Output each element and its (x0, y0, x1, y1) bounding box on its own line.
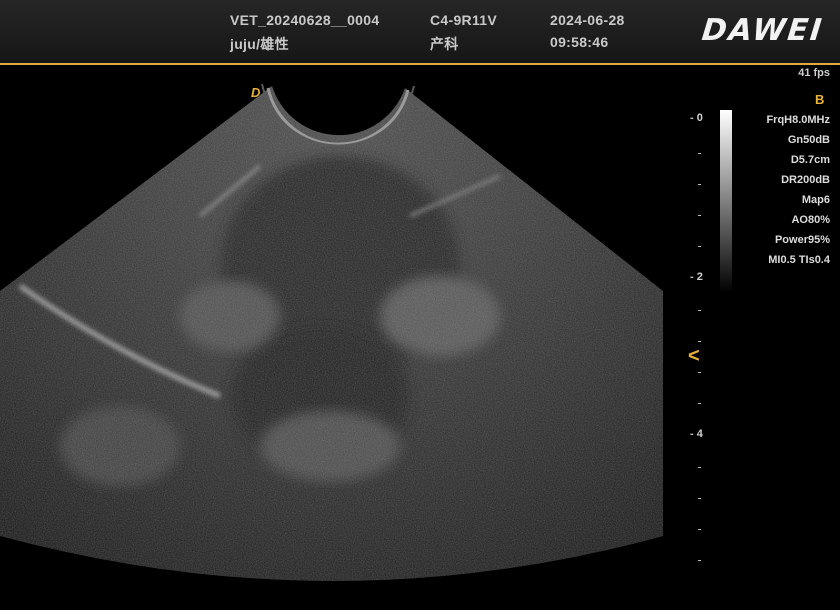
depth-tick (698, 529, 701, 530)
depth-label-0: - 0 (690, 112, 703, 124)
department: 产科 (430, 36, 459, 52)
param-mi-tis: MI0.5 TIs0.4 (768, 254, 830, 266)
exam-date: 2024-06-28 (550, 12, 625, 28)
depth-tick (698, 341, 701, 342)
depth-tick (698, 498, 701, 499)
study-id: VET_20240628__0004 (230, 12, 380, 28)
orientation-marker: D (251, 85, 261, 100)
exam-time: 09:58:46 (550, 34, 609, 50)
ultrasound-image (0, 66, 700, 610)
depth-label-4: - 4 (690, 428, 703, 440)
depth-tick (698, 560, 701, 561)
param-gain: Gn50dB (787, 134, 830, 146)
ultrasound-screen: VET_20240628__0004 juju/雄性 C4-9R11V 产科 2… (0, 0, 840, 610)
depth-tick (698, 153, 701, 154)
imaging-mode: B (815, 92, 825, 107)
depth-tick (698, 372, 701, 373)
imaging-parameters: FrqH8.0MHz Gn50dB D5.7cm DR200dB Map6 AO… (766, 110, 830, 270)
header-bar: VET_20240628__0004 juju/雄性 C4-9R11V 产科 2… (0, 0, 840, 65)
depth-tick (698, 215, 701, 216)
depth-tick (698, 184, 701, 185)
brand-logo: DAWEI (700, 13, 826, 48)
param-depth: D5.7cm (790, 154, 830, 166)
frame-rate: 41 fps (798, 67, 830, 79)
param-ao: AO80% (791, 214, 830, 226)
probe-name: C4-9R11V (430, 12, 497, 28)
param-power: Power95% (774, 234, 830, 246)
depth-tick (698, 467, 701, 468)
focus-marker[interactable]: < (688, 345, 700, 368)
grayscale-bar (720, 110, 732, 293)
depth-tick (698, 310, 701, 311)
depth-tick (698, 403, 701, 404)
patient-info: juju/雄性 (230, 36, 289, 52)
depth-tick (698, 246, 701, 247)
param-map: Map6 (801, 194, 830, 206)
param-dynamic-range: DR200dB (781, 174, 830, 186)
param-frequency: FrqH8.0MHz (766, 114, 830, 126)
depth-label-2: - 2 (690, 271, 703, 283)
